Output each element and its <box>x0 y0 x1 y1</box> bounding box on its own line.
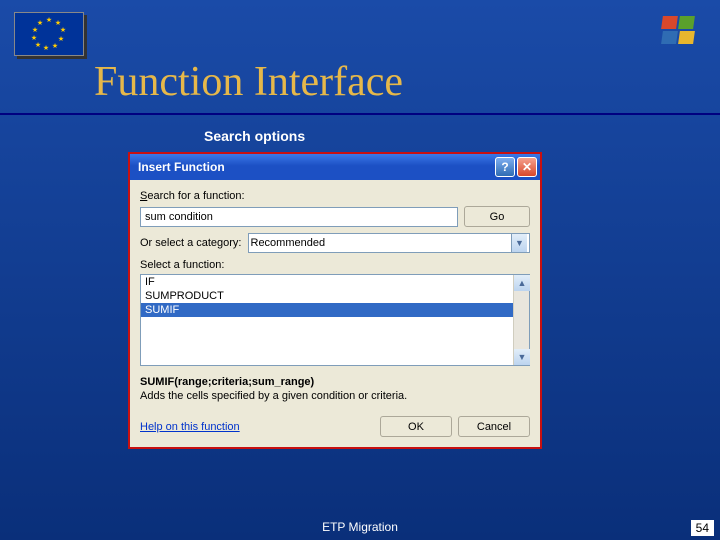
scroll-down-icon[interactable]: ▼ <box>514 349 530 365</box>
slide-footer: ETP Migration <box>0 520 720 534</box>
search-label: Search for a function: <box>140 190 530 202</box>
category-select[interactable]: Recommended ▼ <box>248 233 531 253</box>
function-description: Adds the cells specified by a given cond… <box>140 390 530 402</box>
search-input[interactable] <box>140 207 458 227</box>
title-underline <box>0 113 720 115</box>
close-button[interactable]: ✕ <box>517 157 537 177</box>
list-item[interactable]: SUMPRODUCT <box>141 289 529 303</box>
insert-function-dialog: Insert Function ? ✕ Search for a functio… <box>128 152 542 449</box>
list-item[interactable]: IF <box>141 275 529 289</box>
function-syntax: SUMIF(range;criteria;sum_range) <box>140 376 530 388</box>
chevron-down-icon[interactable]: ▼ <box>511 234 527 252</box>
help-link[interactable]: Help on this function <box>140 421 240 433</box>
ok-button[interactable]: OK <box>380 416 452 437</box>
dialog-titlebar[interactable]: Insert Function ? ✕ <box>130 154 540 180</box>
scroll-up-icon[interactable]: ▲ <box>514 275 530 291</box>
go-button[interactable]: Go <box>464 206 530 227</box>
windows-logo-icon <box>662 16 698 48</box>
list-item[interactable]: SUMIF <box>141 303 529 317</box>
page-number: 54 <box>691 520 714 536</box>
scrollbar[interactable]: ▲ ▼ <box>513 275 529 365</box>
function-list[interactable]: IF SUMPRODUCT SUMIF ▲ ▼ <box>140 274 530 366</box>
cancel-button[interactable]: Cancel <box>458 416 530 437</box>
eu-flag-icon: ★ ★ ★ ★ ★ ★ ★ ★ ★ ★ <box>14 12 84 56</box>
help-button[interactable]: ? <box>495 157 515 177</box>
eu-stars: ★ ★ ★ ★ ★ ★ ★ ★ ★ ★ <box>33 18 65 50</box>
slide-title: Function Interface <box>94 58 403 106</box>
slide-subtitle: Search options <box>204 128 305 144</box>
category-label: Or select a category: <box>140 237 242 249</box>
select-function-label: Select a function: <box>140 259 530 271</box>
dialog-title: Insert Function <box>138 160 225 174</box>
category-value: Recommended <box>251 237 326 249</box>
